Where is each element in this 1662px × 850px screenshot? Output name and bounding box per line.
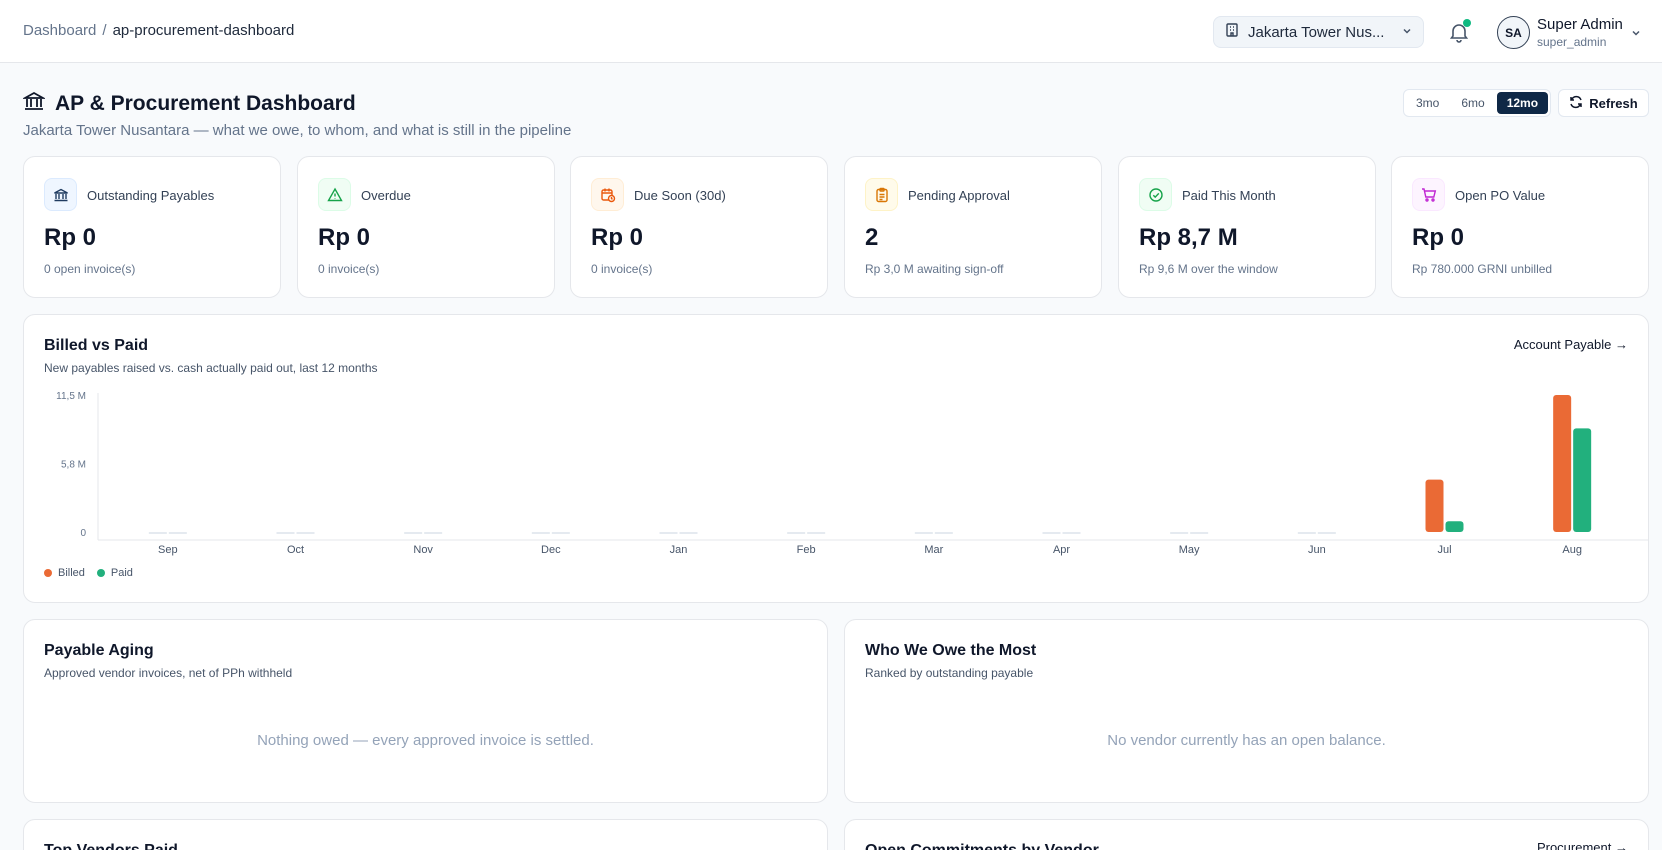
bank-icon — [44, 178, 77, 211]
who-we-owe-card: Who We Owe the Most Ranked by outstandin… — [844, 619, 1649, 803]
range-selector: 3mo 6mo 12mo — [1403, 89, 1552, 117]
x-tick-label: Mar — [924, 544, 943, 556]
kpi-paid-this-month: Paid This Month Rp 8,7 M Rp 9,6 M over t… — [1118, 156, 1376, 298]
open-commitments-card: Open Commitments by Vendor Procurement → — [844, 819, 1649, 850]
clipboard-icon — [865, 178, 898, 211]
refresh-icon — [1569, 95, 1583, 112]
payable-aging-card: Payable Aging Approved vendor invoices, … — [23, 619, 828, 803]
page-subtitle: Jakarta Tower Nusantara — what we owe, t… — [23, 122, 572, 139]
kpi-sub: 0 open invoice(s) — [44, 262, 136, 276]
cart-icon — [1412, 178, 1445, 211]
refresh-label: Refresh — [1589, 95, 1638, 111]
card-title: Payable Aging — [44, 642, 154, 659]
kpi-open-po-value: Open PO Value Rp 0 Rp 780.000 GRNI unbil… — [1391, 156, 1649, 298]
kpi-sub: 0 invoice(s) — [318, 262, 380, 276]
x-tick-label: Jul — [1437, 544, 1451, 556]
warning-triangle-icon — [318, 178, 351, 211]
kpi-sub: Rp 3,0 M awaiting sign-off — [865, 262, 1004, 276]
procurement-link[interactable]: Procurement → — [1537, 840, 1628, 850]
kpi-value: Rp 0 — [1412, 224, 1465, 251]
check-circle-icon — [1139, 178, 1172, 211]
notification-dot — [1463, 19, 1471, 27]
kpi-overdue: Overdue Rp 0 0 invoice(s) — [297, 156, 555, 298]
kpi-label: Paid This Month — [1182, 188, 1276, 203]
x-tick-label: Sep — [158, 544, 178, 556]
kpi-sub: Rp 780.000 GRNI unbilled — [1412, 262, 1553, 276]
bank-icon — [21, 90, 47, 118]
breadcrumb-current: ap-procurement-dashboard — [112, 22, 295, 39]
bar-billed-jul[interactable] — [1425, 479, 1444, 532]
card-title: Top Vendors Paid — [44, 842, 178, 850]
breadcrumb: Dashboard / ap-procurement-dashboard — [23, 22, 294, 39]
x-tick-label: Jun — [1308, 544, 1326, 556]
billed-vs-paid-chart: 0 5,8 M 11,5 M Sep Oct Nov Dec Jan Feb Mar Apr May J… — [56, 391, 1648, 556]
bar-billed-aug[interactable] — [1553, 395, 1572, 532]
kpi-value: Rp 0 — [591, 224, 644, 251]
legend-item-billed: Billed — [44, 567, 85, 579]
x-tick-label: Apr — [1053, 544, 1070, 556]
chevron-down-icon[interactable] — [1630, 26, 1642, 38]
page-title: AP & Procurement Dashboard — [21, 90, 356, 118]
kpi-label: Due Soon (30d) — [634, 188, 726, 203]
kpi-pending-approval: Pending Approval 2 Rp 3,0 M awaiting sig… — [844, 156, 1102, 298]
bar-paid-jul[interactable] — [1445, 521, 1464, 532]
x-tick-label: Feb — [797, 544, 816, 556]
empty-state-text: Nothing owed — every approved invoice is… — [257, 732, 594, 749]
user-name[interactable]: Super Admin — [1537, 16, 1623, 33]
property-selector[interactable]: Jakarta Tower Nus... — [1213, 16, 1424, 48]
kpi-value: Rp 0 — [44, 224, 97, 251]
card-subtitle: Ranked by outstanding payable — [865, 666, 1034, 680]
breadcrumb-dashboard-link[interactable]: Dashboard — [23, 22, 96, 39]
legend-dot-billed — [44, 569, 52, 577]
top-bar: Dashboard / ap-procurement-dashboard Jak… — [0, 0, 1662, 63]
property-selector-label: Jakarta Tower Nus... — [1248, 23, 1385, 41]
kpi-label: Outstanding Payables — [87, 188, 215, 203]
x-tick-label: Nov — [413, 544, 433, 556]
kpi-sub: Rp 9,6 M over the window — [1139, 262, 1278, 276]
legend-dot-paid — [96, 569, 105, 577]
x-tick-label: Oct — [287, 544, 304, 556]
kpi-value: 2 — [865, 224, 879, 251]
kpi-sub: 0 invoice(s) — [591, 262, 653, 276]
kpi-value: Rp 8,7 M — [1139, 224, 1238, 251]
y-tick-label: 11,5 M — [56, 391, 86, 402]
breadcrumb-separator: / — [102, 22, 107, 39]
y-tick-label: 0 — [80, 528, 86, 539]
card-title: Billed vs Paid — [44, 337, 149, 354]
kpi-outstanding-payables: Outstanding Payables Rp 0 0 open invoice… — [23, 156, 281, 298]
empty-state-text: No vendor currently has an open balance. — [1107, 732, 1386, 749]
chevron-down-icon — [1401, 24, 1413, 41]
building-icon — [1224, 22, 1240, 42]
card-subtitle: Approved vendor invoices, net of PPh wit… — [44, 666, 293, 680]
kpi-due-soon: Due Soon (30d) Rp 0 0 invoice(s) — [570, 156, 828, 298]
avatar[interactable]: SA — [1497, 16, 1530, 49]
top-vendors-card: Top Vendors Paid — [23, 819, 828, 850]
y-tick-label: 5,8 M — [61, 460, 86, 471]
kpi-label: Overdue — [361, 188, 411, 203]
user-role: super_admin — [1537, 35, 1607, 49]
range-6mo-button[interactable]: 6mo — [1451, 92, 1494, 114]
kpi-value: Rp 0 — [318, 224, 371, 251]
legend-label-paid: Paid — [110, 567, 133, 579]
calendar-clock-icon — [591, 178, 624, 211]
card-title: Open Commitments by Vendor — [865, 842, 1099, 850]
x-tick-label: Jan — [670, 544, 688, 556]
range-3mo-button[interactable]: 3mo — [1406, 92, 1449, 114]
range-12mo-button[interactable]: 12mo — [1496, 92, 1549, 114]
x-tick-label: Aug — [1562, 544, 1582, 556]
kpi-label: Open PO Value — [1455, 188, 1546, 203]
account-payable-link[interactable]: Account Payable → — [1514, 337, 1628, 352]
x-tick-label: May — [1179, 544, 1200, 556]
chart-legend: Billed Paid — [44, 567, 133, 579]
kpi-label: Pending Approval — [908, 188, 1010, 203]
card-subtitle: New payables raised vs. cash actually pa… — [44, 361, 378, 375]
x-tick-label: Dec — [541, 544, 561, 556]
refresh-button[interactable]: Refresh — [1558, 89, 1649, 117]
legend-label-billed: Billed — [58, 567, 85, 579]
bar-paid-aug[interactable] — [1573, 428, 1592, 532]
page-title-text: AP & Procurement Dashboard — [55, 92, 356, 115]
billed-vs-paid-card: Billed vs Paid New payables raised vs. c… — [23, 314, 1649, 603]
card-title: Who We Owe the Most — [865, 642, 1037, 659]
legend-item-paid: Paid — [96, 567, 133, 579]
